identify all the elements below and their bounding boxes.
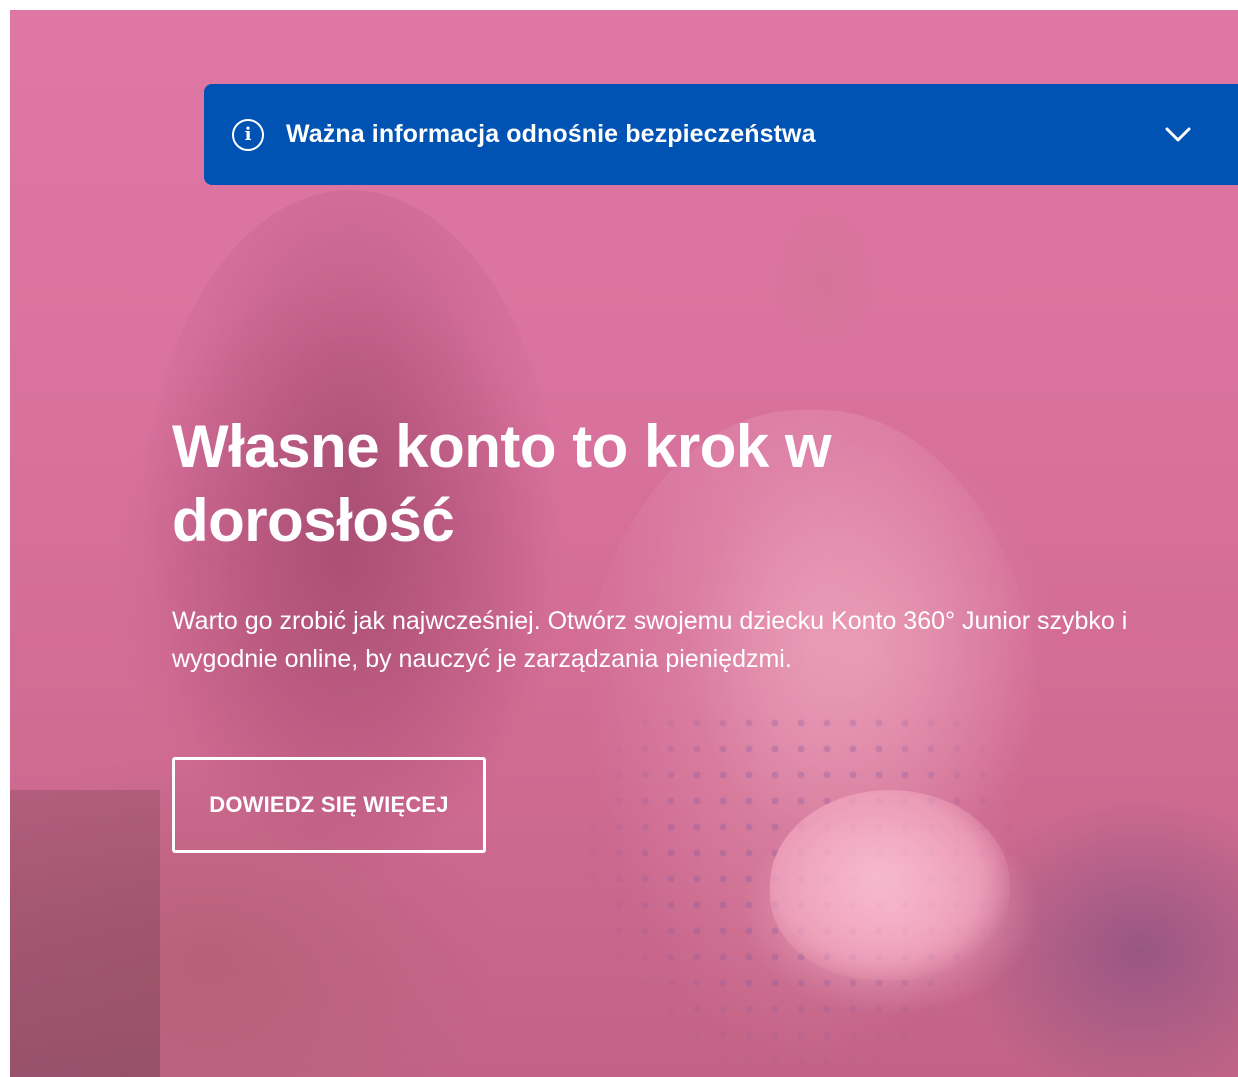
info-icon: i xyxy=(232,118,264,151)
security-notice-bar[interactable]: i Ważna informacja odnośnie bezpieczeńst… xyxy=(204,84,1238,185)
learn-more-button[interactable]: DOWIEDZ SIĘ WIĘCEJ xyxy=(172,757,486,853)
hero-title: Własne konto to krok w dorosłość xyxy=(172,413,832,554)
hero-banner: i Ważna informacja odnośnie bezpieczeńst… xyxy=(10,10,1238,1077)
hero-description: Warto go zrobić jak najwcześniej. Otwórz… xyxy=(172,607,1128,673)
chevron-down-icon[interactable] xyxy=(1164,122,1192,146)
security-notice-text: Ważna informacja odnośnie bezpieczeństwa xyxy=(286,120,816,148)
